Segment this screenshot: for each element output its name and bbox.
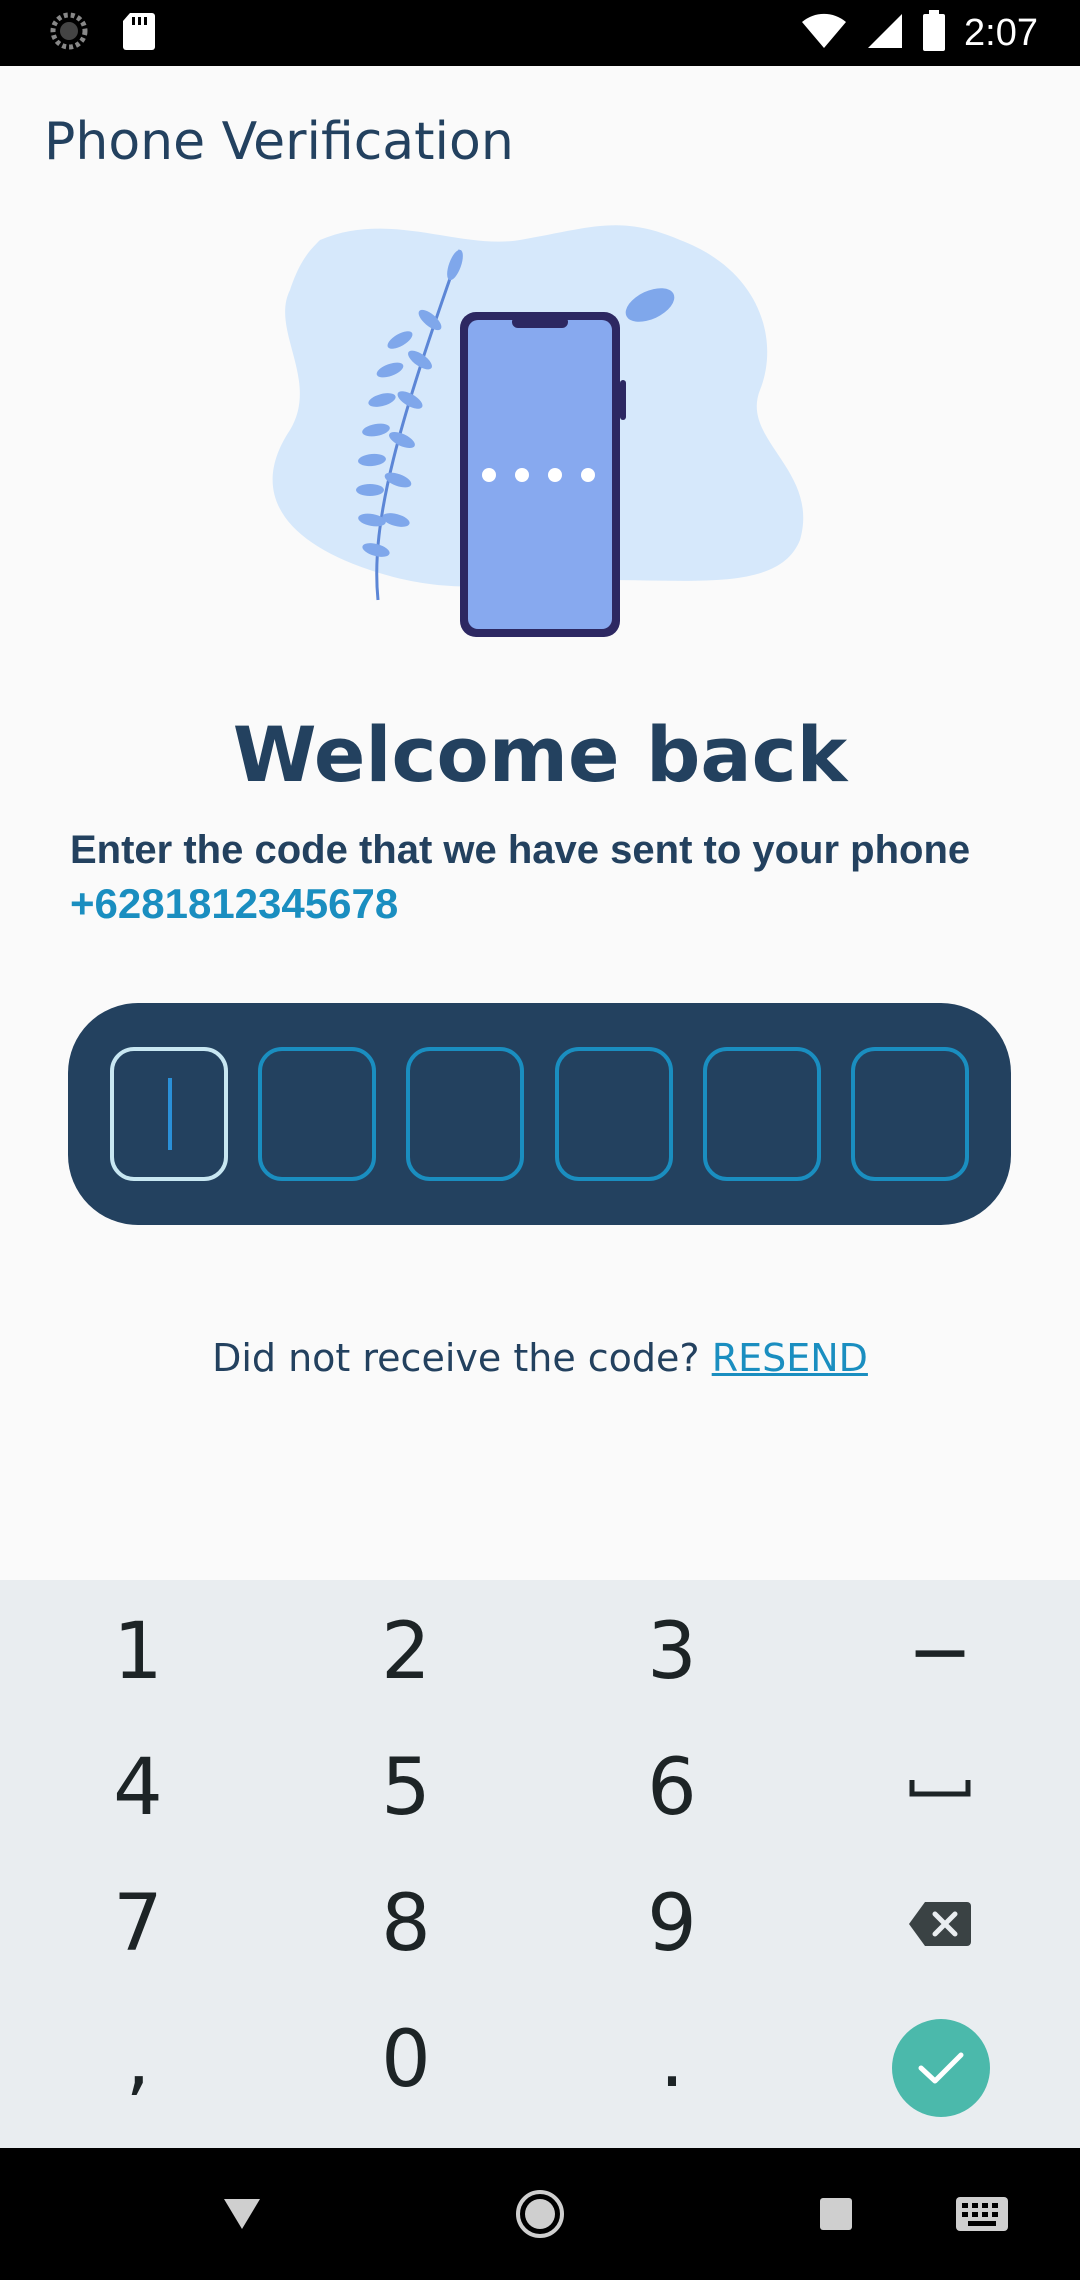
- keyboard-switch-button[interactable]: [940, 2148, 1024, 2280]
- key-6[interactable]: 6: [572, 1728, 772, 1848]
- resend-row: Did not receive the code? RESEND: [0, 1336, 1080, 1380]
- key-8[interactable]: 8: [306, 1864, 506, 1984]
- key-2[interactable]: 2: [306, 1592, 506, 1712]
- home-circle-icon: [516, 2190, 564, 2238]
- key-space[interactable]: [840, 1728, 1040, 1848]
- key-0[interactable]: 0: [306, 2000, 506, 2120]
- page-title: Phone Verification: [44, 112, 514, 172]
- key-1[interactable]: 1: [38, 1592, 238, 1712]
- otp-digit-3[interactable]: [406, 1047, 525, 1181]
- signal-icon: [866, 12, 904, 55]
- resend-link[interactable]: RESEND: [712, 1336, 868, 1380]
- otp-digit-4[interactable]: [554, 1047, 673, 1181]
- phone-number: +6281812345678: [70, 880, 399, 927]
- phone-with-plant-illustration: [260, 220, 820, 650]
- home-nav-button[interactable]: [498, 2148, 582, 2280]
- key-5[interactable]: 5: [306, 1728, 506, 1848]
- otp-digit-2[interactable]: [258, 1047, 377, 1181]
- key-3[interactable]: 3: [572, 1592, 772, 1712]
- recents-nav-button[interactable]: [794, 2148, 878, 2280]
- loading-icon: [50, 12, 88, 55]
- key-comma[interactable]: ,: [38, 2000, 238, 2120]
- text-cursor: [168, 1078, 172, 1150]
- key-7[interactable]: 7: [38, 1864, 238, 1984]
- done-button[interactable]: [892, 2019, 990, 2117]
- key-4[interactable]: 4: [38, 1728, 238, 1848]
- key-backspace[interactable]: [840, 1864, 1040, 1984]
- otp-digit-6[interactable]: [850, 1047, 969, 1181]
- status-left-icons: [50, 11, 156, 56]
- recents-square-icon: [820, 2198, 852, 2230]
- check-icon: [918, 2052, 964, 2084]
- status-right-icons: 2:07: [800, 9, 1038, 57]
- back-nav-button[interactable]: [200, 2148, 284, 2280]
- key-dash[interactable]: −: [840, 1592, 1040, 1712]
- status-bar: 2:07: [0, 0, 1080, 66]
- sd-card-icon: [122, 11, 156, 56]
- resend-prompt: Did not receive the code?: [212, 1336, 700, 1380]
- welcome-heading: Welcome back: [232, 710, 848, 799]
- navigation-bar: [0, 2148, 1080, 2280]
- otp-digit-5[interactable]: [702, 1047, 821, 1181]
- numeric-keyboard: 1 2 3 − 4 5 6 7 8 9 , 0 .: [0, 1580, 1080, 2148]
- backspace-icon: [909, 1902, 971, 1946]
- back-triangle-icon: [224, 2199, 260, 2229]
- battery-icon: [922, 9, 946, 57]
- keyboard-icon: [956, 2197, 1008, 2231]
- status-time: 2:07: [964, 11, 1038, 54]
- key-period[interactable]: .: [572, 2000, 772, 2120]
- otp-input-panel: [68, 1003, 1011, 1225]
- space-icon: [909, 1780, 971, 1797]
- wifi-icon: [800, 12, 848, 55]
- instruction-text: Enter the code that we have sent to your…: [70, 828, 971, 872]
- key-9[interactable]: 9: [572, 1864, 772, 1984]
